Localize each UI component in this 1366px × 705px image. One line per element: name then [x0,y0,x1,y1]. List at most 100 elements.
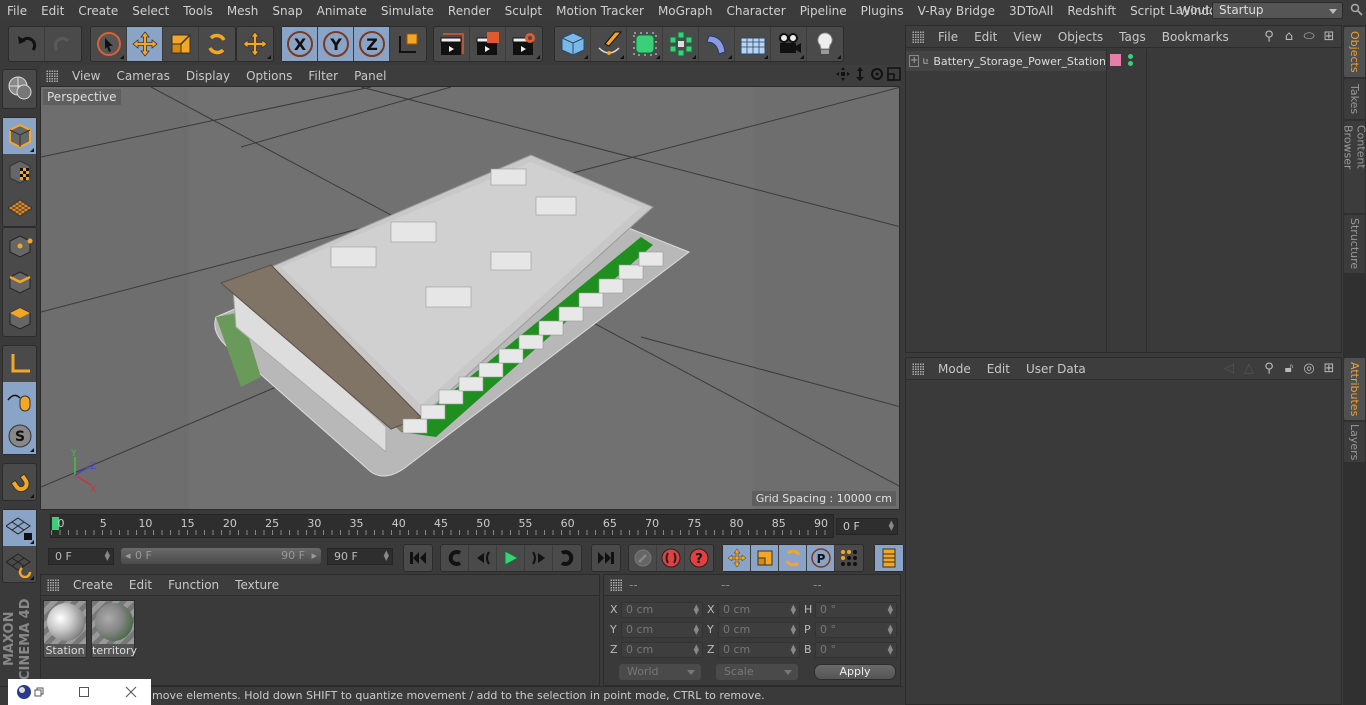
parameter-key-button[interactable]: P [807,545,835,571]
panel-grip-icon[interactable] [47,579,59,591]
model-mode-button[interactable] [3,118,36,154]
menu-simulate[interactable]: Simulate [374,0,441,22]
play-button[interactable] [497,545,525,571]
menu-edit[interactable]: Edit [34,0,71,22]
scale-key-button[interactable] [751,545,779,571]
timeline-ruler[interactable]: 0 5 10 15 20 25 30 35 40 45 50 55 60 65 70 75 80 85 90 [50,514,834,538]
menu-vray-bridge[interactable]: V-Ray Bridge [911,0,1002,22]
viewport-menu-cameras[interactable]: Cameras [108,69,177,83]
material-menu-edit[interactable]: Edit [121,578,160,592]
timeline-window-button[interactable] [875,545,903,571]
goto-end-button[interactable] [592,545,620,571]
object-menu-edit[interactable]: Edit [966,30,1005,44]
new-panel-icon[interactable]: ⊞ [1321,29,1337,45]
menu-mesh[interactable]: Mesh [220,0,266,22]
panel-grip-icon[interactable] [912,362,924,375]
keyframe-selection-button[interactable]: ? [685,545,713,571]
spinner-icon[interactable]: ▲ ▼ [888,624,893,636]
viewport-menu-filter[interactable]: Filter [300,69,346,83]
menu-animate[interactable]: Animate [310,0,374,22]
rotate-tool-button[interactable] [199,27,235,61]
solo-button[interactable]: S [3,418,36,454]
next-frame-button[interactable] [525,545,553,571]
tab-objects[interactable]: Objects [1344,27,1365,77]
x-axis-button[interactable]: X [282,27,318,61]
material-menu-create[interactable]: Create [65,578,121,592]
restore-icon[interactable] [34,687,44,697]
spinner-icon[interactable]: ▲ ▼ [791,624,796,636]
editor-visibility-dot[interactable] [1128,54,1133,59]
bend-deformer-button[interactable] [699,27,735,61]
layer-visibility-icon[interactable]: ⬭ [1301,29,1317,45]
menu-render[interactable]: Render [441,0,498,22]
rotation-key-button[interactable] [779,545,807,571]
tweak-mode-button[interactable] [3,382,36,418]
attribute-menu-edit[interactable]: Edit [979,362,1018,376]
menu-plugins[interactable]: Plugins [854,0,911,22]
spinner-icon[interactable]: ▲ ▼ [888,604,893,616]
next-key-button[interactable] [553,545,581,571]
tab-attributes[interactable]: Attributes [1344,358,1365,420]
previous-key-button[interactable] [441,545,469,571]
maximize-view-icon[interactable] [887,67,901,81]
apply-button[interactable]: Apply [814,664,896,680]
coordinate-field[interactable]: 0 cm ▲ ▼ [718,622,800,638]
point-level-key-button[interactable] [835,545,863,571]
position-key-button[interactable] [723,545,751,571]
object-row[interactable]: + 0 Battery_Storage_Power_Station [906,51,1106,71]
planar-workplane-button[interactable] [3,546,36,582]
live-selection-button[interactable] [91,27,127,61]
coordinate-field[interactable]: 0 cm ▲ ▼ [621,622,703,638]
pan-view-icon[interactable] [836,67,850,81]
maximize-icon[interactable] [79,687,89,697]
make-editable-button[interactable] [3,70,36,106]
camera-label[interactable]: Perspective [43,89,121,105]
perspective-viewport[interactable]: Y Z X Perspective Grid Spacing : 10000 c… [40,86,900,510]
viewport-menu-options[interactable]: Options [238,69,300,83]
menu-create[interactable]: Create [71,0,125,22]
layout-select[interactable]: Startup [1212,2,1343,19]
search-icon[interactable]: ⚲ [1261,361,1277,377]
coordinate-field[interactable]: 0 cm ▲ ▼ [718,642,800,658]
frame-range-slider[interactable]: ◂ 0 F 90 F ▸ [121,548,321,564]
transform-mode-dropdown[interactable]: Scale [716,664,798,680]
viewport-menu-panel[interactable]: Panel [346,69,394,83]
lock-icon[interactable]: 🔓︎ [1281,361,1297,377]
record-keys-button[interactable] [629,545,657,571]
panel-grip-icon[interactable] [610,579,622,591]
material-station[interactable]: Station [43,600,87,658]
cube-button[interactable] [555,27,591,61]
polygons-mode-button[interactable] [3,300,36,336]
spinner-icon[interactable]: ▲ ▼ [791,644,796,656]
axis-mode-button[interactable] [3,346,36,382]
menu-3dtoall[interactable]: 3DToAll [1002,0,1060,22]
search-icon[interactable] [1350,3,1364,17]
render-picture-viewer-button[interactable] [470,27,506,61]
viewport-menu-view[interactable]: View [64,69,108,83]
panel-grip-icon[interactable] [46,69,58,82]
recent-tool-button[interactable] [237,27,273,61]
lock-workplane-button[interactable] [3,510,36,546]
move-tool-button[interactable] [127,27,163,61]
home-icon[interactable]: ⌂ [1281,29,1297,45]
subdivision-surface-button[interactable] [627,27,663,61]
menu-pipeline[interactable]: Pipeline [793,0,854,22]
target-icon[interactable]: ◎ [1301,361,1317,377]
coordinate-field[interactable]: 0 cm ▲ ▼ [621,602,703,618]
y-axis-button[interactable]: Y [318,27,354,61]
coordinate-system-button[interactable] [390,27,426,61]
zoom-view-icon[interactable] [853,67,867,81]
coordinate-space-dropdown[interactable]: World [619,664,701,680]
edges-mode-button[interactable] [3,264,36,300]
autokeying-button[interactable] [657,545,685,571]
spinner-icon[interactable]: ▲ ▼ [694,624,699,636]
layer-color-swatch[interactable] [1110,54,1121,66]
render-visibility-dot[interactable] [1128,61,1133,66]
menu-mograph[interactable]: MoGraph [651,0,720,22]
menu-redshift[interactable]: Redshift [1060,0,1123,22]
minimized-window[interactable] [8,679,151,705]
coordinate-field[interactable]: 0 ° ▲ ▼ [815,602,897,618]
menu-tools[interactable]: Tools [176,0,220,22]
tab-layers[interactable]: Layers [1344,422,1365,462]
menu-sculpt[interactable]: Sculpt [498,0,549,22]
